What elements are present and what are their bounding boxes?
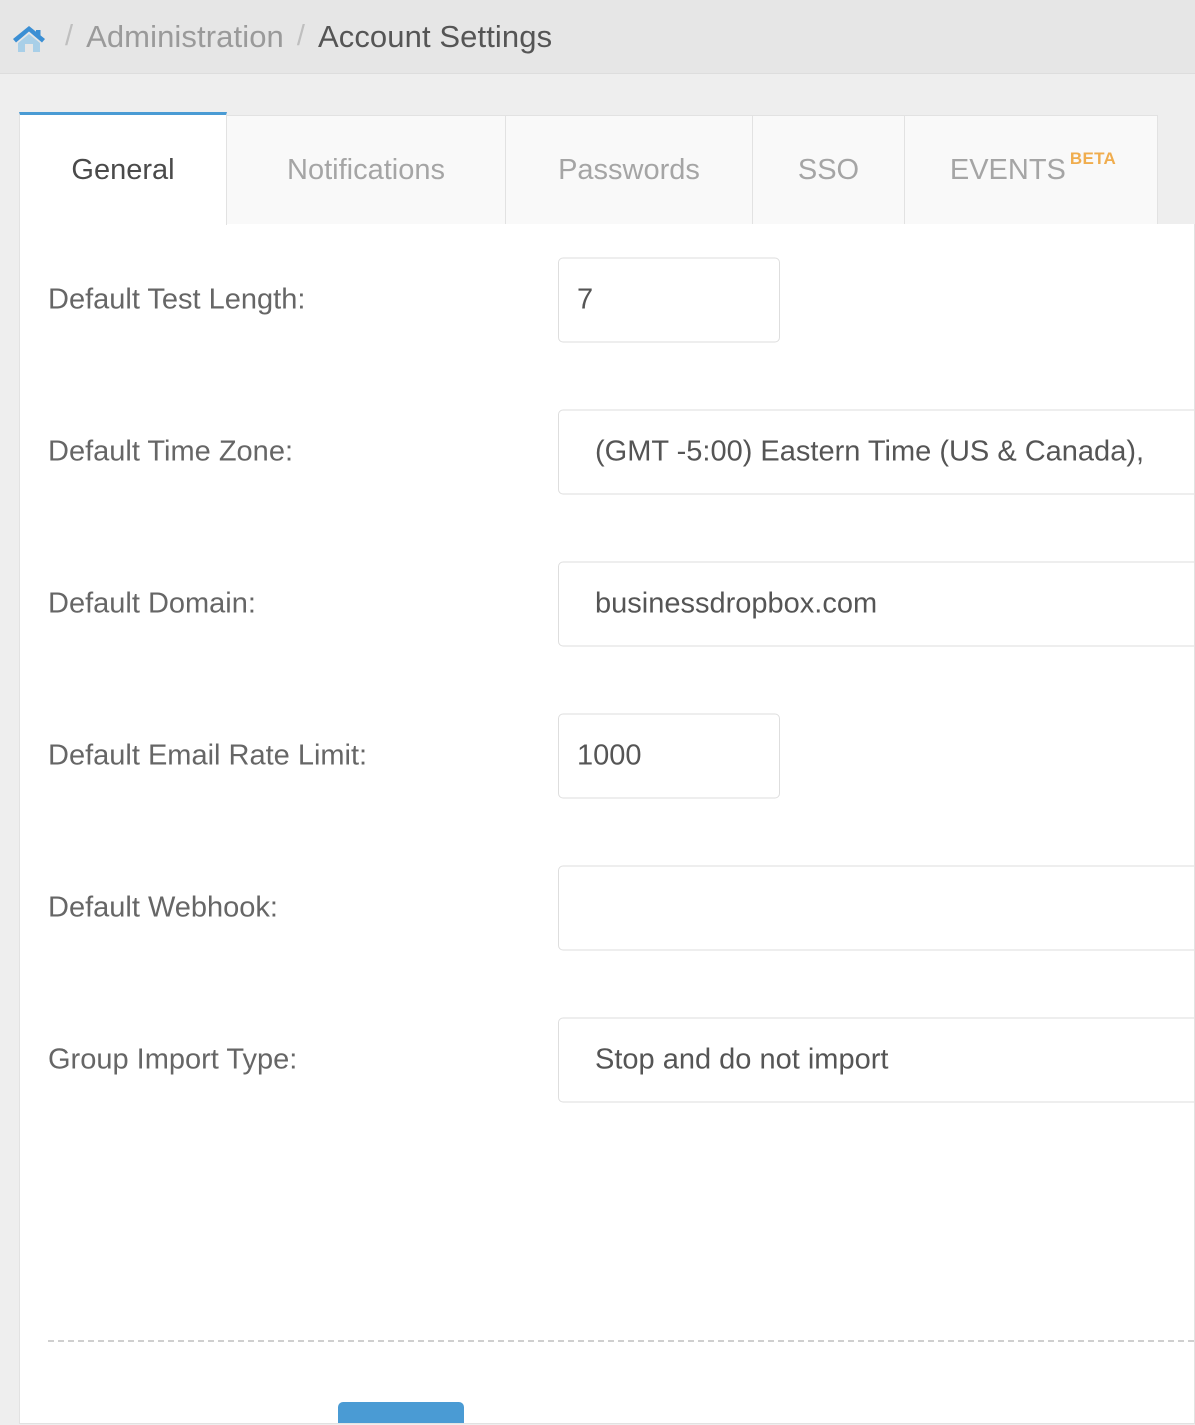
tab-sso[interactable]: SSO	[752, 115, 905, 225]
default-time-zone-select[interactable]: (GMT -5:00) Eastern Time (US & Canada),	[558, 410, 1195, 495]
default-test-length-field-group: 7 Days	[558, 258, 780, 343]
default-test-length-label: Default Test Length:	[48, 284, 305, 317]
field-row-default-domain: Default Domain: businessdropbox.com	[20, 528, 1194, 680]
general-settings-form: Default Test Length: 7 Days Default Time…	[19, 224, 1195, 1424]
default-email-rate-limit-label: Default Email Rate Limit:	[48, 740, 367, 773]
tab-passwords[interactable]: Passwords	[505, 115, 753, 225]
breadcrumb-separator-1: /	[52, 20, 86, 53]
tab-sso-label: SSO	[798, 154, 859, 187]
tab-notifications-label: Notifications	[287, 154, 445, 187]
tab-passwords-label: Passwords	[558, 154, 700, 187]
page-title: Account Settings	[318, 19, 552, 55]
group-import-type-select[interactable]: Stop and do not import	[558, 1018, 1195, 1103]
default-domain-input[interactable]: businessdropbox.com	[558, 562, 1195, 647]
form-divider	[48, 1340, 1194, 1342]
default-time-zone-label: Default Time Zone:	[48, 436, 293, 469]
breadcrumb-separator-2: /	[284, 20, 318, 53]
group-import-type-field-group: Stop and do not import	[558, 1018, 1195, 1103]
form-actions: Save	[20, 1402, 1194, 1424]
settings-panel: General Notifications Passwords SSO EVEN…	[19, 112, 1195, 1424]
field-row-group-import-type: Group Import Type: Stop and do not impor…	[20, 984, 1194, 1136]
field-row-default-email-rate-limit: Default Email Rate Limit: 1000 i	[20, 680, 1194, 832]
tab-notifications[interactable]: Notifications	[226, 115, 506, 225]
tab-events[interactable]: EVENTSBETA	[904, 115, 1158, 225]
default-test-length-input[interactable]: 7	[558, 258, 780, 343]
default-time-zone-field-group: (GMT -5:00) Eastern Time (US & Canada),	[558, 410, 1195, 495]
group-import-type-label: Group Import Type:	[48, 1044, 297, 1077]
field-row-default-test-length: Default Test Length: 7 Days	[20, 224, 1194, 376]
tab-general[interactable]: General	[19, 112, 227, 225]
field-row-default-webhook: Default Webhook:	[20, 832, 1194, 984]
beta-badge: BETA	[1070, 149, 1116, 169]
tab-events-label: EVENTS	[950, 154, 1066, 187]
default-webhook-field-group	[558, 866, 1195, 951]
field-row-default-time-zone: Default Time Zone: (GMT -5:00) Eastern T…	[20, 376, 1194, 528]
breadcrumb: / Administration / Account Settings	[12, 19, 552, 55]
default-email-rate-limit-input[interactable]: 1000	[558, 714, 780, 799]
default-domain-label: Default Domain:	[48, 588, 256, 621]
save-button[interactable]: Save	[338, 1402, 464, 1424]
home-icon[interactable]	[12, 23, 46, 53]
tab-general-label: General	[71, 154, 174, 187]
tab-bar: General Notifications Passwords SSO EVEN…	[19, 112, 1195, 225]
breadcrumb-item-administration[interactable]: Administration	[86, 19, 284, 55]
default-webhook-label: Default Webhook:	[48, 892, 278, 925]
default-email-rate-limit-field-group: 1000 i	[558, 714, 780, 799]
default-domain-field-group: businessdropbox.com	[558, 562, 1195, 647]
default-webhook-input[interactable]	[558, 866, 1195, 951]
page-header: / Administration / Account Settings	[0, 0, 1195, 74]
